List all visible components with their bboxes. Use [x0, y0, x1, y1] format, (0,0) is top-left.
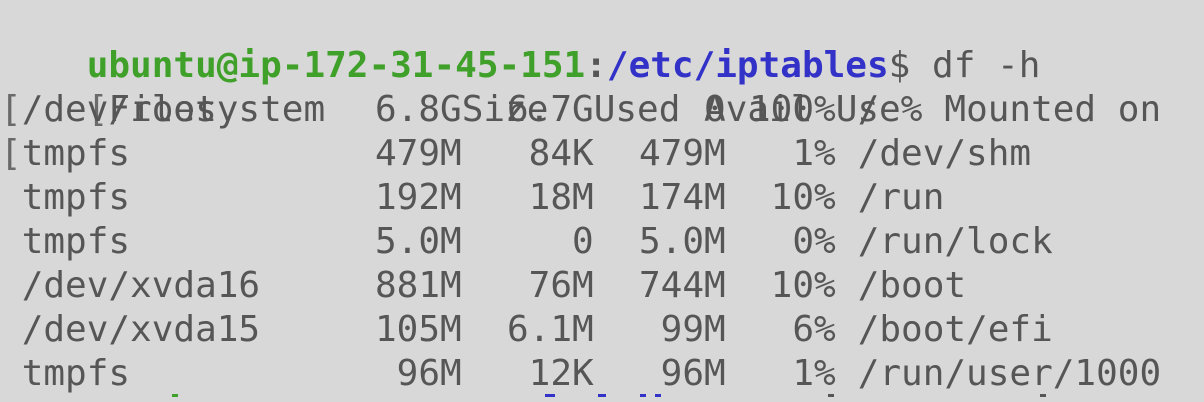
cell-mounted-on: /boot — [857, 265, 967, 306]
gutter-mark: [ — [0, 133, 22, 174]
cell-filesystem: tmpfs — [21, 177, 131, 218]
cell-size: 479M — [374, 133, 462, 174]
gutter-mark — [0, 265, 22, 306]
cell-size: 881M — [374, 265, 462, 306]
cell-use-percent: 1% — [792, 353, 836, 394]
cell-used: 6.7G — [506, 89, 594, 130]
cell-size: 6.8G — [374, 89, 462, 130]
cell-size: 105M — [374, 309, 462, 350]
cell-mounted-on: /dev/shm — [857, 133, 1032, 174]
cell-use-percent: 10% — [770, 177, 836, 218]
cell-mounted-on: / — [857, 89, 880, 130]
cell-used: 0 — [572, 221, 594, 262]
cell-used: 18M — [528, 177, 594, 218]
cell-filesystem: tmpfs — [21, 221, 131, 262]
table-row: /dev/xvda16 881M 76M 744M 10% /boot — [0, 264, 966, 308]
cell-avail: 479M — [638, 133, 726, 174]
next-prompt-partial — [0, 394, 1204, 402]
cell-use-percent: 1% — [792, 133, 836, 174]
table-row: tmpfs 96M 12K 96M 1% /run/user/1000 — [0, 352, 1161, 396]
cell-used: 84K — [528, 133, 594, 174]
cell-filesystem: tmpfs — [21, 353, 131, 394]
cell-use-percent: 100% — [748, 89, 836, 130]
cell-size: 96M — [396, 353, 462, 394]
table-row: [/dev/root 6.8G 6.7G 0 100% / — [0, 88, 879, 132]
header-mounted-on: Mounted on — [944, 89, 1162, 130]
cell-use-percent: 10% — [770, 265, 836, 306]
cell-filesystem: tmpfs — [21, 133, 131, 174]
cell-used: 76M — [528, 265, 594, 306]
cell-mounted-on: /boot/efi — [857, 309, 1053, 350]
table-header: [Filesystem Size Used Avail Use% Mounted on — [0, 44, 1161, 130]
table-row: tmpfs 192M 18M 174M 10% /run — [0, 176, 945, 220]
gutter-mark — [0, 221, 22, 262]
table-row: [tmpfs 479M 84K 479M 1% /dev/shm — [0, 132, 1031, 176]
cell-mounted-on: /run/user/1000 — [857, 353, 1162, 394]
table-row: /dev/xvda15 105M 6.1M 99M 6% /boot/efi — [0, 308, 1053, 352]
cell-filesystem: /dev/xvda16 — [21, 265, 261, 306]
cell-mounted-on: /run — [857, 177, 945, 218]
cell-filesystem: /dev/root — [21, 89, 217, 130]
cell-use-percent: 0% — [792, 221, 836, 262]
cell-avail: 99M — [660, 309, 726, 350]
cell-mounted-on: /run/lock — [857, 221, 1053, 262]
cell-size: 5.0M — [374, 221, 462, 262]
gutter-mark — [0, 309, 22, 350]
gutter-mark — [0, 353, 22, 394]
gutter-mark — [0, 177, 22, 218]
cell-avail: 5.0M — [638, 221, 726, 262]
cell-avail: 744M — [638, 265, 726, 306]
cell-size: 192M — [374, 177, 462, 218]
table-row: tmpfs 5.0M 0 5.0M 0% /run/lock — [0, 220, 1053, 264]
prompt-line: ubuntu@ip-172-31-45-151:/etc/iptables$ d… — [0, 0, 1041, 86]
cell-use-percent: 6% — [792, 309, 836, 350]
terminal-window[interactable]: ubuntu@ip-172-31-45-151:/etc/iptables$ d… — [0, 0, 1204, 402]
cell-avail: 0 — [704, 89, 726, 130]
cell-used: 12K — [528, 353, 594, 394]
cell-filesystem: /dev/xvda15 — [21, 309, 261, 350]
cell-avail: 96M — [660, 353, 726, 394]
cell-avail: 174M — [638, 177, 726, 218]
gutter-mark: [ — [0, 89, 22, 130]
cell-used: 6.1M — [506, 309, 594, 350]
